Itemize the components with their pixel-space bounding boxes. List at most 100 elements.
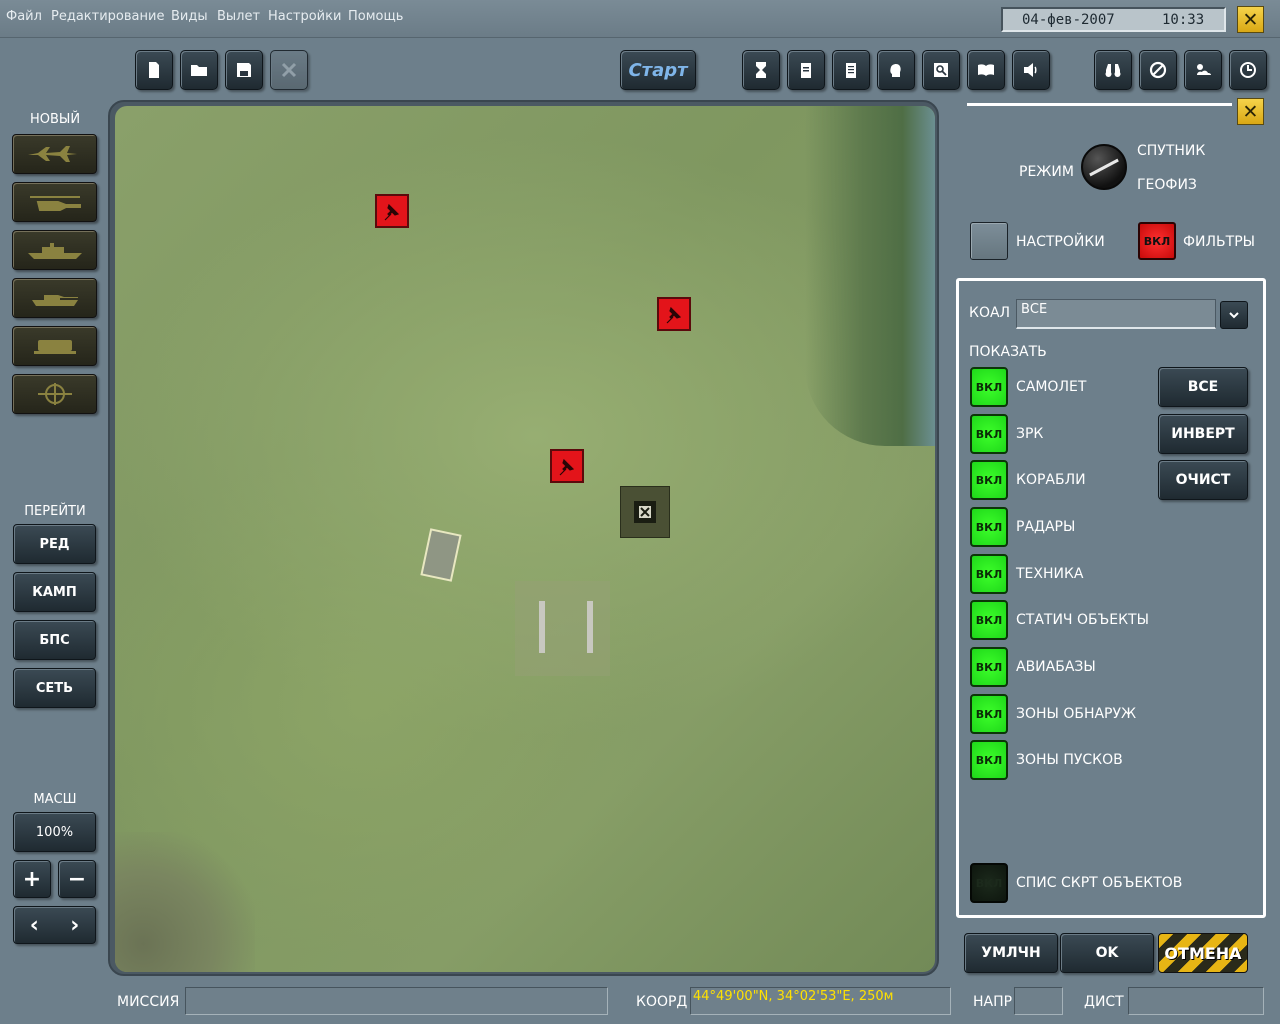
settings-toggle[interactable] xyxy=(970,222,1008,260)
distance-label: ДИСТ xyxy=(1084,994,1124,1010)
filter-launch-zones-label: ЗОНЫ ПУСКОВ xyxy=(1016,752,1123,768)
new-file-button[interactable] xyxy=(135,50,173,90)
clipboard-button[interactable] xyxy=(787,50,825,90)
zoom-in-button[interactable]: + xyxy=(13,860,51,898)
list-icon xyxy=(846,63,856,78)
heading-field xyxy=(1014,987,1063,1015)
tank-icon xyxy=(31,295,78,306)
coalition-select[interactable]: ВСЕ xyxy=(1016,299,1216,329)
new-vehicle-button[interactable] xyxy=(12,326,97,366)
map-marker-pin[interactable] xyxy=(657,297,691,331)
pushpin-icon xyxy=(559,458,575,476)
coord-value: 44°49'00"N, 34°02'53"E, 250м xyxy=(693,989,894,1004)
filter-airbases-toggle[interactable]: ВКЛ xyxy=(970,647,1008,687)
menu-edit[interactable]: Редактирование xyxy=(51,9,164,24)
pushpin-icon xyxy=(384,203,400,221)
show-label: ПОКАЗАТЬ xyxy=(969,344,1047,360)
prev-button[interactable]: ‹ xyxy=(30,913,39,938)
filter-sam-toggle[interactable]: ВКЛ xyxy=(970,414,1008,454)
filters-toggle[interactable]: ВКЛ xyxy=(1138,222,1176,260)
new-helicopter-button[interactable] xyxy=(12,182,97,222)
scale-value-button[interactable]: 100% xyxy=(13,812,96,852)
briefing-button[interactable] xyxy=(742,50,780,90)
select-all-button[interactable]: ВСЕ xyxy=(1158,367,1248,407)
menu-file[interactable]: Файл xyxy=(6,9,42,24)
cancel-button[interactable]: ОТМЕНА xyxy=(1158,933,1248,973)
mission-label: МИССИЯ xyxy=(117,994,180,1010)
menu-settings[interactable]: Настройки xyxy=(268,9,341,24)
network-button[interactable]: СЕТЬ xyxy=(13,668,96,708)
map-parking-area[interactable] xyxy=(420,528,462,582)
start-button[interactable]: Старт xyxy=(620,50,696,90)
map-marker-pin[interactable] xyxy=(375,194,409,228)
tools-icon xyxy=(281,62,297,78)
filter-vehicles-toggle[interactable]: ВКЛ xyxy=(970,554,1008,594)
close-panel-button[interactable]: ✕ xyxy=(1237,98,1264,125)
runway xyxy=(539,601,545,653)
binoculars-button[interactable] xyxy=(1094,50,1132,90)
heading-label: НАПР xyxy=(973,994,1013,1010)
mode-option-satellite[interactable]: СПУТНИК xyxy=(1137,143,1205,159)
filter-ships-toggle[interactable]: ВКЛ xyxy=(970,460,1008,500)
filter-launch-zones-toggle[interactable]: ВКЛ xyxy=(970,740,1008,780)
no-entry-button[interactable] xyxy=(1139,50,1177,90)
new-target-button[interactable] xyxy=(12,374,97,414)
menu-help[interactable]: Помощь xyxy=(348,9,403,24)
ok-button[interactable]: OK xyxy=(1060,933,1154,973)
runway xyxy=(587,601,593,653)
map-search-button[interactable] xyxy=(922,50,960,90)
campaign-button[interactable]: КАМП xyxy=(13,572,96,612)
filter-detection-zones-toggle[interactable]: ВКЛ xyxy=(970,694,1008,734)
chevron-down-icon xyxy=(1229,312,1239,319)
pager: ‹ › xyxy=(13,906,96,944)
close-window-button[interactable]: ✕ xyxy=(1237,6,1264,33)
menu-flight[interactable]: Вылет xyxy=(217,9,260,24)
date-time-display: 04-фев-2007 10:33 xyxy=(1001,7,1226,32)
map-marker-pin[interactable] xyxy=(550,449,584,483)
filter-static-toggle[interactable]: ВКЛ xyxy=(970,600,1008,640)
new-airplane-button[interactable] xyxy=(12,134,97,174)
mission-field xyxy=(185,987,608,1015)
save-file-button[interactable] xyxy=(225,50,263,90)
hidden-objects-toggle[interactable]: ВКЛ xyxy=(970,863,1008,903)
clock-button[interactable] xyxy=(1229,50,1267,90)
sound-button[interactable] xyxy=(1012,50,1050,90)
menu-views[interactable]: Виды xyxy=(171,9,208,24)
list-button[interactable] xyxy=(832,50,870,90)
crosshair-icon xyxy=(37,383,72,405)
pilot-button[interactable] xyxy=(877,50,915,90)
magnifier-icon xyxy=(934,63,948,77)
book-icon xyxy=(978,64,994,76)
pushpin-icon xyxy=(666,306,682,324)
coord-label: КООРД xyxy=(636,994,688,1010)
combat-sim-button[interactable]: БПС xyxy=(13,620,96,660)
filter-static-label: СТАТИЧ ОБЪЕКТЫ xyxy=(1016,612,1149,628)
encyclopedia-button[interactable] xyxy=(967,50,1005,90)
map-view[interactable] xyxy=(115,106,935,972)
clear-button[interactable]: ОЧИСТ xyxy=(1158,460,1248,500)
default-button[interactable]: УМЛЧН xyxy=(964,933,1058,973)
time-value: 10:33 xyxy=(1162,12,1205,28)
filter-radars-toggle[interactable]: ВКЛ xyxy=(970,507,1008,547)
head-icon xyxy=(890,63,901,77)
open-file-button[interactable] xyxy=(180,50,218,90)
weather-button[interactable] xyxy=(1184,50,1222,90)
map-airfield[interactable] xyxy=(515,581,610,676)
speaker-icon xyxy=(1024,63,1037,77)
filter-vehicles-label: ТЕХНИКА xyxy=(1016,566,1084,582)
coalition-dropdown-button[interactable] xyxy=(1220,301,1248,329)
filters-label: ФИЛЬТРЫ xyxy=(1183,234,1256,250)
editor-button[interactable]: РЕД xyxy=(13,524,96,564)
tools-button[interactable] xyxy=(270,50,308,90)
filter-sam-label: ЗРК xyxy=(1016,426,1044,442)
filter-aircraft-label: САМОЛЕТ xyxy=(1016,379,1087,395)
new-ship-button[interactable] xyxy=(12,230,97,270)
invert-button[interactable]: ИНВЕРТ xyxy=(1158,414,1248,454)
mode-option-geophys[interactable]: ГЕОФИЗ xyxy=(1137,177,1197,193)
filter-aircraft-toggle[interactable]: ВКЛ xyxy=(970,367,1008,407)
distance-field xyxy=(1128,987,1264,1015)
zoom-out-button[interactable]: − xyxy=(58,860,96,898)
next-button[interactable]: › xyxy=(70,913,79,938)
new-tank-button[interactable] xyxy=(12,278,97,318)
map-static-object[interactable] xyxy=(620,486,670,538)
